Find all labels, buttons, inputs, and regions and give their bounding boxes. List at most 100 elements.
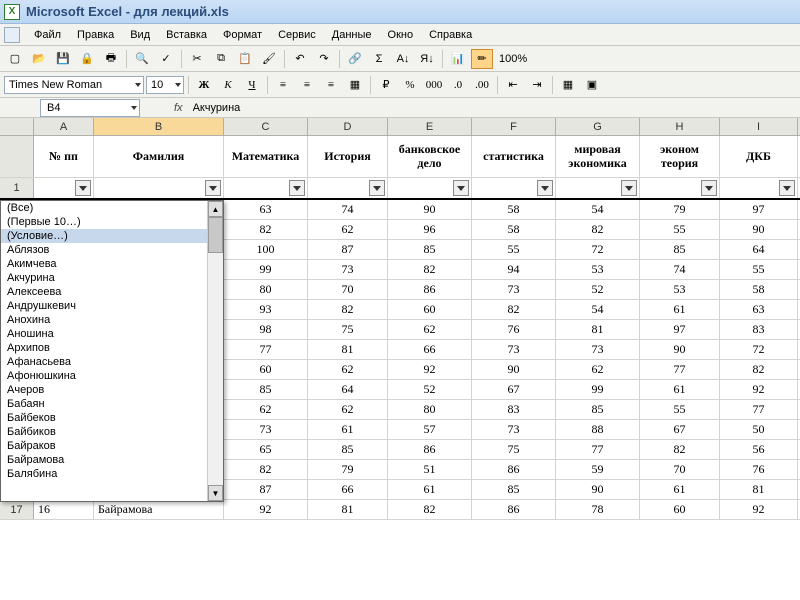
cell[interactable]: 96 — [388, 220, 472, 239]
cell[interactable]: 60 — [640, 500, 720, 519]
cell[interactable]: 63 — [224, 200, 308, 219]
currency-icon[interactable]: ₽ — [375, 75, 397, 95]
cell[interactable]: 77 — [720, 400, 798, 419]
cell[interactable]: 61 — [640, 480, 720, 499]
filter-button[interactable] — [289, 180, 305, 196]
header-cell[interactable]: Фамилия — [94, 136, 224, 177]
autofilter-item[interactable]: Андрушкевич — [1, 299, 207, 313]
filter-button[interactable] — [537, 180, 553, 196]
col-header-H[interactable]: H — [640, 118, 720, 135]
cell[interactable]: 79 — [640, 200, 720, 219]
print-preview-icon[interactable]: 🔍 — [131, 49, 153, 69]
cell[interactable]: 62 — [308, 220, 388, 239]
align-right-icon[interactable]: ≡ — [320, 75, 342, 95]
menu-insert[interactable]: Вставка — [158, 27, 215, 43]
cell[interactable]: 85 — [224, 380, 308, 399]
cell[interactable]: 55 — [640, 220, 720, 239]
cell[interactable]: 66 — [388, 340, 472, 359]
cell[interactable]: 81 — [556, 320, 640, 339]
permissions-icon[interactable]: 🔒 — [76, 49, 98, 69]
cell[interactable]: 85 — [388, 240, 472, 259]
autofilter-item[interactable]: (Условие…) — [1, 229, 207, 243]
cell[interactable]: 59 — [556, 460, 640, 479]
font-name-selector[interactable]: Times New Roman — [4, 76, 144, 94]
cell[interactable]: 70 — [640, 460, 720, 479]
cell[interactable]: 72 — [556, 240, 640, 259]
cell[interactable]: 93 — [224, 300, 308, 319]
cell[interactable]: 77 — [640, 360, 720, 379]
cell[interactable]: 100 — [224, 240, 308, 259]
cell[interactable]: 98 — [224, 320, 308, 339]
decrease-indent-icon[interactable]: ⇤ — [502, 75, 524, 95]
filter-button[interactable] — [701, 180, 717, 196]
decrease-decimal-icon[interactable]: .00 — [471, 75, 493, 95]
cell[interactable]: 79 — [308, 460, 388, 479]
autofilter-item[interactable]: Байбиков — [1, 425, 207, 439]
cell[interactable]: 55 — [640, 400, 720, 419]
cell[interactable]: 78 — [556, 500, 640, 519]
menu-file[interactable]: Файл — [26, 27, 69, 43]
cell[interactable]: 82 — [308, 300, 388, 319]
header-cell[interactable]: ДКБ — [720, 136, 798, 177]
cut-icon[interactable]: ✂ — [186, 49, 208, 69]
col-header-G[interactable]: G — [556, 118, 640, 135]
paste-icon[interactable]: 📋 — [234, 49, 256, 69]
fill-color-icon[interactable]: ▣ — [581, 75, 603, 95]
save-icon[interactable]: 💾 — [52, 49, 74, 69]
col-header-A[interactable]: A — [34, 118, 94, 135]
zoom-level[interactable]: 100% — [499, 53, 527, 65]
header-cell[interactable]: статистика — [472, 136, 556, 177]
col-header-C[interactable]: C — [224, 118, 308, 135]
cell[interactable]: 76 — [720, 460, 798, 479]
col-header-D[interactable]: D — [308, 118, 388, 135]
cell[interactable]: 53 — [556, 260, 640, 279]
select-all-corner[interactable] — [0, 118, 34, 135]
filter-button[interactable] — [621, 180, 637, 196]
redo-icon[interactable]: ↷ — [313, 49, 335, 69]
scroll-thumb[interactable] — [208, 217, 223, 253]
menu-help[interactable]: Справка — [421, 27, 480, 43]
autofilter-item[interactable]: Архипов — [1, 341, 207, 355]
cell[interactable]: 73 — [556, 340, 640, 359]
cell[interactable]: 83 — [472, 400, 556, 419]
autofilter-item[interactable]: (Первые 10…) — [1, 215, 207, 229]
cell[interactable]: 90 — [388, 200, 472, 219]
cell[interactable]: 81 — [308, 340, 388, 359]
cell[interactable]: 97 — [640, 320, 720, 339]
drawing-icon[interactable]: ✏ — [471, 49, 493, 69]
cell[interactable]: 73 — [224, 420, 308, 439]
cell[interactable]: 75 — [308, 320, 388, 339]
autofilter-item[interactable]: Афанасьева — [1, 355, 207, 369]
align-center-icon[interactable]: ≡ — [296, 75, 318, 95]
autosum-icon[interactable]: Σ — [368, 49, 390, 69]
cell[interactable]: 85 — [472, 480, 556, 499]
cell[interactable]: 54 — [556, 300, 640, 319]
cell[interactable]: 70 — [308, 280, 388, 299]
cell[interactable]: 87 — [224, 480, 308, 499]
format-painter-icon[interactable]: 🖌 — [258, 49, 280, 69]
cell[interactable]: 74 — [308, 200, 388, 219]
italic-button[interactable]: К — [217, 75, 239, 95]
cell[interactable]: 64 — [308, 380, 388, 399]
cell[interactable]: 60 — [224, 360, 308, 379]
col-header-F[interactable]: F — [472, 118, 556, 135]
cell[interactable]: 62 — [308, 360, 388, 379]
formula-input[interactable] — [189, 99, 800, 117]
align-left-icon[interactable]: ≡ — [272, 75, 294, 95]
header-cell[interactable]: № пп — [34, 136, 94, 177]
menu-edit[interactable]: Правка — [69, 27, 122, 43]
cell[interactable]: 86 — [388, 440, 472, 459]
cell[interactable]: 54 — [556, 200, 640, 219]
row-header[interactable]: 1 — [0, 178, 34, 198]
cell[interactable]: 85 — [640, 240, 720, 259]
new-icon[interactable]: ▢ — [4, 49, 26, 69]
autofilter-dropdown[interactable]: (Все)(Первые 10…)(Условие…)АблязовАкимче… — [0, 200, 224, 502]
percent-icon[interactable]: % — [399, 75, 421, 95]
cell[interactable]: 92 — [720, 380, 798, 399]
cell[interactable]: 62 — [308, 400, 388, 419]
fx-label[interactable]: fx — [174, 102, 183, 114]
spelling-icon[interactable]: ✓ — [155, 49, 177, 69]
cell[interactable]: 86 — [472, 460, 556, 479]
header-cell[interactable]: эконом теория — [640, 136, 720, 177]
scroll-track[interactable] — [208, 217, 223, 485]
